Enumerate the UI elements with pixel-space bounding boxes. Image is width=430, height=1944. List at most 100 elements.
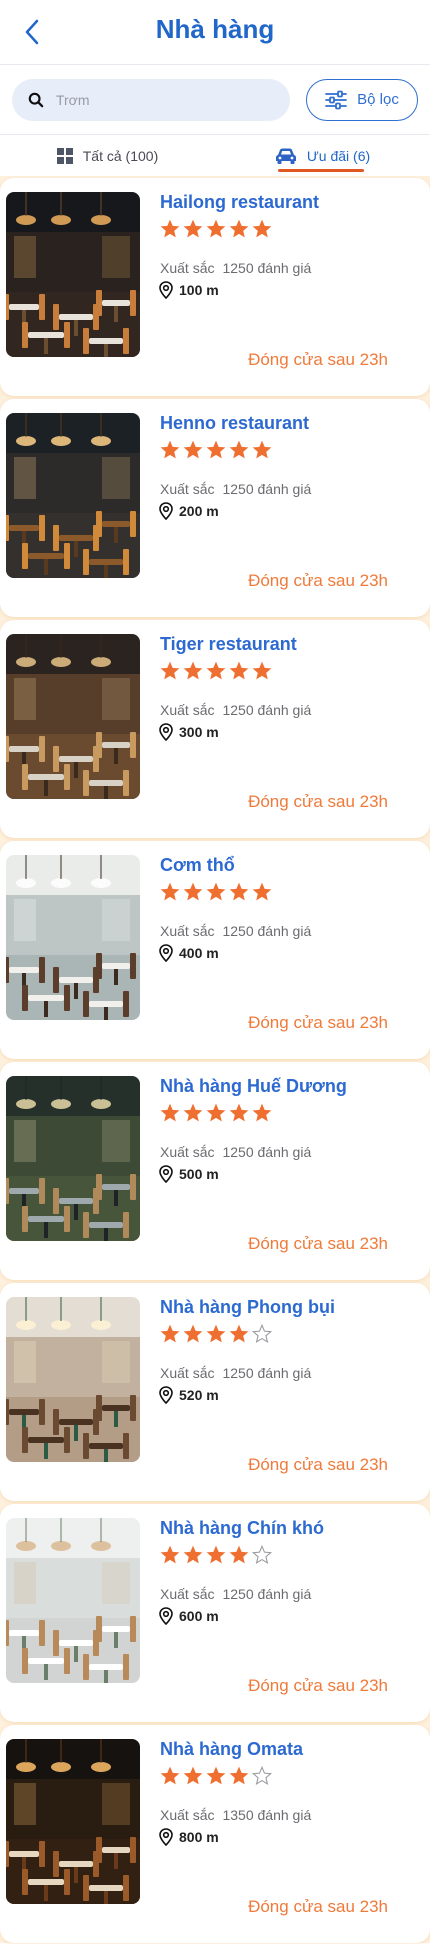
search-icon: [28, 92, 44, 107]
rating-summary: Xuất sắc 1250 đánh giá: [160, 923, 311, 939]
review-count: 1250 đánh giá: [222, 481, 312, 497]
restaurant-card[interactable]: Tiger restaurant Xuất sắc 1250 đánh giá …: [0, 620, 430, 838]
star-filled-icon: [229, 219, 249, 238]
restaurant-photo[interactable]: [6, 1297, 140, 1462]
restaurant-card[interactable]: Nhà hàng Chín khó Xuất sắc 1250 đánh giá…: [0, 1504, 430, 1722]
distance-value: 300 m: [179, 724, 219, 740]
restaurant-list: Hailong restaurant Xuất sắc 1250 đánh gi…: [0, 176, 430, 1943]
distance-value: 600 m: [179, 1608, 219, 1624]
rating-summary: Xuất sắc 1250 đánh giá: [160, 260, 311, 276]
distance: 200 m: [159, 502, 219, 520]
distance: 100 m: [159, 281, 219, 299]
restaurant-name[interactable]: Tiger restaurant: [160, 634, 297, 655]
restaurant-card[interactable]: Nhà hàng Phong bụi Xuất sắc 1250 đánh gi…: [0, 1283, 430, 1501]
restaurant-photo[interactable]: [6, 855, 140, 1020]
star-rating: [159, 881, 273, 903]
rating-summary: Xuất sắc 1250 đánh giá: [160, 1365, 311, 1381]
star-filled-icon: [206, 1545, 226, 1564]
location-pin-icon: [159, 281, 173, 299]
restaurant-name[interactable]: Nhà hàng Omata: [160, 1739, 303, 1760]
restaurant-name[interactable]: Nhà hàng Phong bụi: [160, 1297, 335, 1318]
star-rating: [159, 1544, 273, 1566]
restaurant-card[interactable]: Cơm thổ Xuất sắc 1250 đánh giá 400 m Đón…: [0, 841, 430, 1059]
star-filled-icon: [183, 1103, 203, 1122]
rating-word: Xuất sắc: [160, 1365, 215, 1381]
review-count: 1250 đánh giá: [222, 702, 312, 718]
rating-summary: Xuất sắc 1250 đánh giá: [160, 702, 311, 718]
restaurant-card[interactable]: Nhà hàng Omata Xuất sắc 1350 đánh giá 80…: [0, 1725, 430, 1943]
rating-word: Xuất sắc: [160, 923, 215, 939]
star-filled-icon: [206, 1103, 226, 1122]
distance-value: 200 m: [179, 503, 219, 519]
star-filled-icon: [183, 219, 203, 238]
rating-summary: Xuất sắc 1350 đánh giá: [160, 1807, 311, 1823]
filter-button[interactable]: Bộ lọc: [306, 78, 418, 121]
star-filled-icon: [229, 1324, 249, 1343]
distance: 520 m: [159, 1386, 219, 1404]
star-filled-icon: [206, 219, 226, 238]
search-bar: Bộ lọc: [0, 64, 430, 134]
star-filled-icon: [252, 882, 272, 901]
closing-status: Đóng cửa sau 23h: [248, 571, 388, 590]
rating-word: Xuất sắc: [160, 1807, 215, 1823]
star-empty-icon: [251, 1323, 273, 1344]
location-pin-icon: [159, 723, 173, 741]
search-input[interactable]: [55, 91, 274, 108]
closing-status: Đóng cửa sau 23h: [248, 1455, 388, 1474]
active-tab-indicator: [278, 169, 364, 172]
star-filled-icon: [229, 661, 249, 680]
tab-offers-label: Ưu đãi (6): [306, 147, 371, 164]
star-filled-icon: [183, 1766, 203, 1785]
restaurant-photo[interactable]: [6, 1739, 140, 1904]
star-empty-icon: [251, 1544, 273, 1565]
restaurant-name[interactable]: Nhà hàng Chín khó: [160, 1518, 324, 1539]
star-rating: [159, 1765, 273, 1787]
location-pin-icon: [159, 1607, 173, 1625]
restaurant-name[interactable]: Henno restaurant: [160, 413, 309, 434]
star-rating: [159, 1323, 273, 1345]
restaurant-photo[interactable]: [6, 1518, 140, 1683]
distance-value: 400 m: [179, 945, 219, 961]
distance-value: 100 m: [179, 282, 219, 298]
restaurant-name[interactable]: Nhà hàng Huế Dương: [160, 1076, 347, 1097]
review-count: 1350 đánh giá: [222, 1807, 312, 1823]
star-filled-icon: [229, 440, 249, 459]
restaurant-photo[interactable]: [6, 1076, 140, 1241]
tab-all[interactable]: Tất cả (100): [0, 135, 215, 176]
rating-summary: Xuất sắc 1250 đánh giá: [160, 1586, 311, 1602]
distance-value: 500 m: [179, 1166, 219, 1182]
restaurant-photo[interactable]: [6, 634, 140, 799]
grid-icon: [56, 147, 73, 164]
restaurant-card[interactable]: Nhà hàng Huế Dương Xuất sắc 1250 đánh gi…: [0, 1062, 430, 1280]
star-filled-icon: [183, 1545, 203, 1564]
review-count: 1250 đánh giá: [222, 260, 312, 276]
restaurant-photo[interactable]: [6, 413, 140, 578]
location-pin-icon: [159, 502, 173, 520]
rating-word: Xuất sắc: [160, 702, 215, 718]
app-header: Nhà hàng: [0, 0, 430, 64]
star-filled-icon: [229, 1766, 249, 1785]
star-rating: [159, 439, 273, 461]
star-filled-icon: [160, 661, 180, 680]
star-rating: [159, 660, 273, 682]
restaurant-photo[interactable]: [6, 192, 140, 357]
review-count: 1250 đánh giá: [222, 1365, 312, 1381]
closing-status: Đóng cửa sau 23h: [248, 350, 388, 369]
restaurant-card[interactable]: Henno restaurant Xuất sắc 1250 đánh giá …: [0, 399, 430, 617]
star-filled-icon: [183, 661, 203, 680]
restaurant-name[interactable]: Cơm thổ: [160, 855, 235, 876]
closing-status: Đóng cửa sau 23h: [248, 1013, 388, 1032]
car-icon: [275, 148, 296, 164]
closing-status: Đóng cửa sau 23h: [248, 1234, 388, 1253]
search-field[interactable]: [12, 78, 290, 121]
restaurant-card[interactable]: Hailong restaurant Xuất sắc 1250 đánh gi…: [0, 178, 430, 396]
star-filled-icon: [206, 1766, 226, 1785]
location-pin-icon: [159, 1386, 173, 1404]
rating-word: Xuất sắc: [160, 1144, 215, 1160]
star-filled-icon: [160, 1324, 180, 1343]
review-count: 1250 đánh giá: [222, 1144, 312, 1160]
rating-word: Xuất sắc: [160, 1586, 215, 1602]
distance-value: 800 m: [179, 1829, 219, 1845]
star-filled-icon: [252, 219, 272, 238]
restaurant-name[interactable]: Hailong restaurant: [160, 192, 319, 213]
